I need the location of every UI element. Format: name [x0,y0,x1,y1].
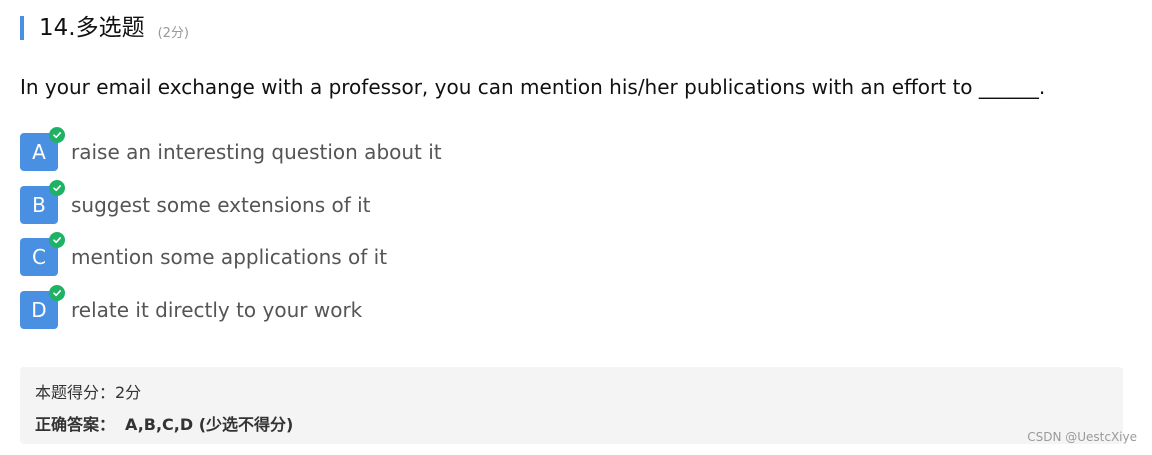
option-d-letter: D [31,297,47,322]
option-d-badge[interactable]: D [20,284,65,329]
watermark: CSDN @UestcXiye [1027,430,1137,444]
option-a-letter: A [32,140,46,164]
option-b-letter: B [32,192,46,217]
question-points: (2分) [157,25,189,41]
check-circle-icon [49,127,65,143]
result-panel: 本题得分：2分 正确答案： A,B,C,D (少选不得分) [20,367,1123,444]
correct-answer-label: 正确答案： [35,415,116,434]
correct-answer-value: A,B,C,D (少选不得分) [125,415,294,434]
option-d-text: relate it directly to your work [71,297,363,322]
option-c-badge[interactable]: C [20,232,65,276]
options-list: A raise an interesting question about it… [20,127,442,343]
option-c-letter: C [32,245,46,269]
correct-answer: 正确答案： A,B,C,D (少选不得分) [35,411,293,435]
question-stem: In your email exchange with a professor,… [20,75,1046,99]
question-header: 14.多选题 (2分) [20,14,189,42]
option-b-text: suggest some extensions of it [71,192,371,217]
check-circle-icon [49,232,65,248]
page: 14.多选题 (2分) In your email exchange with … [0,0,1152,455]
option-d[interactable]: D relate it directly to your work [20,284,442,329]
option-a[interactable]: A raise an interesting question about it [20,127,442,171]
option-b[interactable]: B suggest some extensions of it [20,179,442,224]
option-a-text: raise an interesting question about it [71,140,442,164]
option-c-text: mention some applications of it [71,245,388,269]
score-label: 本题得分：2分 [35,383,142,402]
question-title: 14.多选题 [39,15,145,41]
title-accent-bar [20,16,24,40]
option-b-badge[interactable]: B [20,179,65,224]
check-circle-icon [49,179,65,196]
check-circle-icon [49,284,65,301]
option-a-badge[interactable]: A [20,127,65,171]
option-c[interactable]: C mention some applications of it [20,232,442,276]
